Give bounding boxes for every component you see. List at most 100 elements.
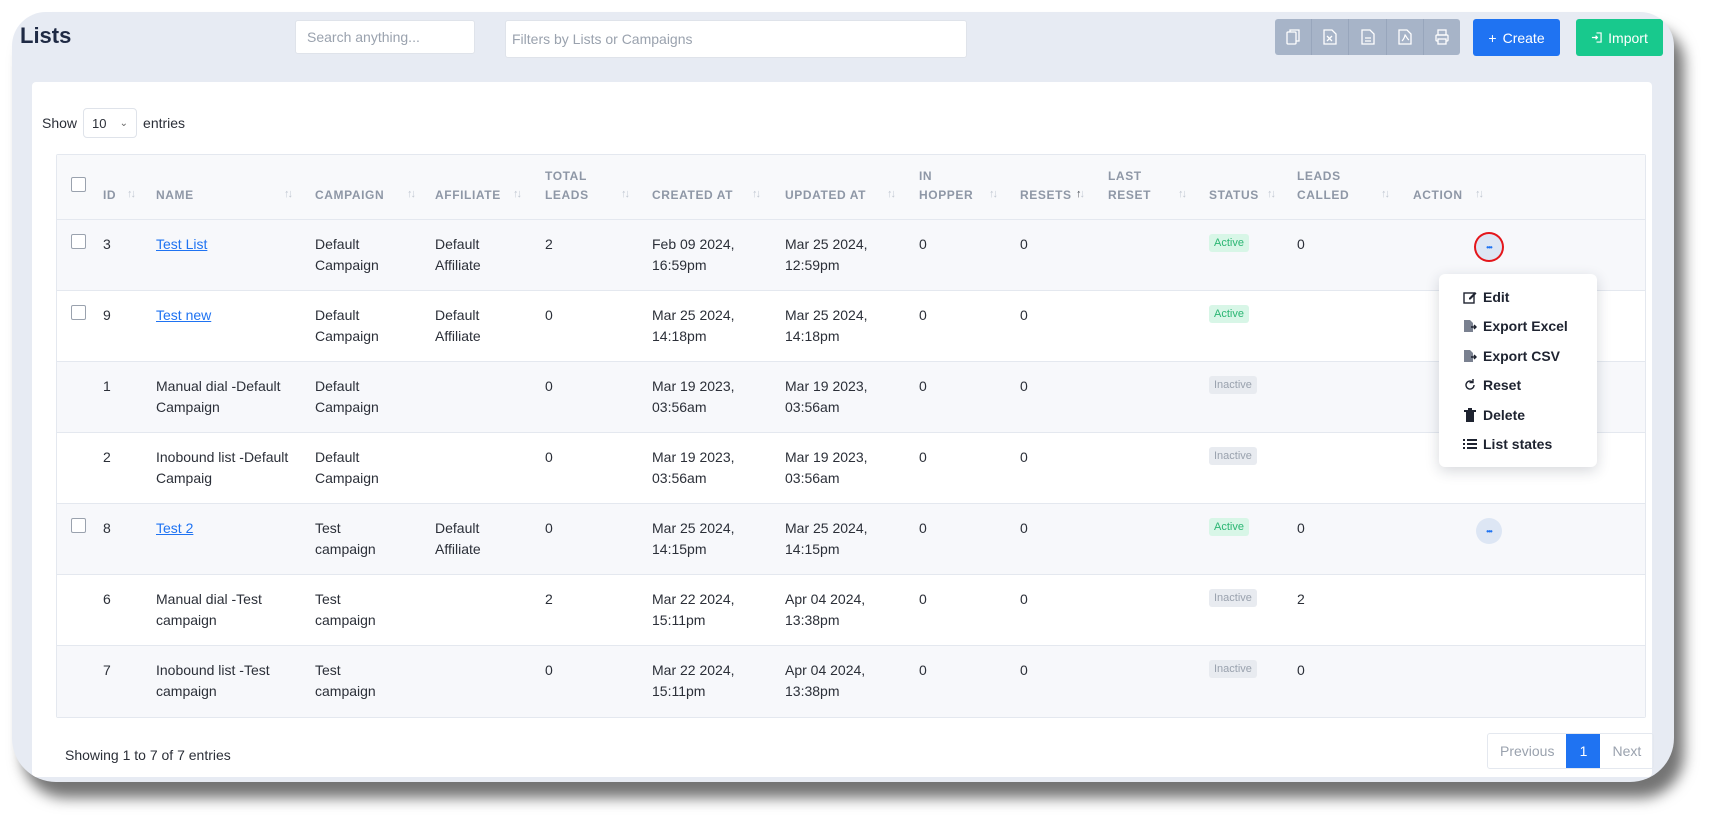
menu-item-label: Reset xyxy=(1483,377,1522,394)
column-header-id[interactable]: ID xyxy=(103,155,143,220)
export-csv-icon xyxy=(1463,349,1477,363)
trash-icon xyxy=(1463,407,1477,422)
excel-button[interactable] xyxy=(1312,19,1350,55)
cell-total-leads: 0 xyxy=(545,378,553,394)
cell-affiliate: Default Affiliate xyxy=(435,236,481,273)
chevron-down-icon: ⌄ xyxy=(119,117,129,129)
menu-item-edit[interactable]: Edit xyxy=(1439,282,1597,312)
more-dots-icon: ••• xyxy=(1486,526,1492,536)
menu-item-export-excel[interactable]: Export Excel xyxy=(1439,312,1597,342)
lists-table: ID ↑↓ NAME ↑↓ CAMPAIGN ↑↓ AFFILIATE ↑↓ TOTAL LEA… xyxy=(56,154,1646,718)
status-badge: Active xyxy=(1209,518,1249,536)
cell-resets: 0 xyxy=(1020,236,1028,252)
sort-icon[interactable]: ↑↓ xyxy=(621,188,630,200)
sort-icon[interactable]: ↑↓ xyxy=(127,188,136,200)
table-row: Manual dial -Test campaign 6 Test campaign… xyxy=(57,575,1645,646)
menu-item-reset[interactable]: Reset xyxy=(1439,371,1597,401)
column-header-leads-called[interactable]: LEADS CALLED xyxy=(1297,155,1387,220)
cell-total-leads: 2 xyxy=(545,591,553,607)
create-button[interactable]: + Create xyxy=(1473,19,1560,56)
select-all-checkbox[interactable] xyxy=(71,177,86,192)
row-checkbox[interactable] xyxy=(71,518,86,533)
status-badge: Inactive xyxy=(1209,447,1257,465)
cell-campaign: Default Campaign xyxy=(315,378,379,415)
list-name: Manual dial -Default Campaign xyxy=(156,378,281,415)
cell-id: 6 xyxy=(103,591,111,607)
table-info: Showing 1 to 7 of 7 entries xyxy=(65,747,231,763)
column-header-in-hopper[interactable]: IN HOPPER xyxy=(919,155,999,220)
menu-item-label: List states xyxy=(1483,436,1553,453)
export-excel-icon xyxy=(1463,319,1477,333)
menu-item-label: Edit xyxy=(1483,288,1510,305)
app-window: Lists + Create Import xyxy=(12,12,1674,782)
cell-updated-at: Mar 25 2024, 12:59pm xyxy=(785,236,868,273)
cell-leads-called: 0 xyxy=(1297,662,1305,678)
next-page-button[interactable]: Next xyxy=(1600,734,1653,768)
sort-icon[interactable]: ↑↓ xyxy=(407,188,416,200)
filter-input[interactable] xyxy=(505,20,967,58)
sort-icon[interactable]: ↑↓ xyxy=(284,188,293,200)
sort-icon[interactable]: ↑↓ xyxy=(752,188,761,200)
cell-total-leads: 0 xyxy=(545,307,553,323)
list-name-link[interactable]: Test List xyxy=(156,236,207,252)
menu-item-delete[interactable]: Delete xyxy=(1439,400,1597,430)
cell-id: 1 xyxy=(103,378,111,394)
column-header-label: LEADS CALLED xyxy=(1297,169,1350,202)
cell-id: 7 xyxy=(103,662,111,678)
cell-updated-at: Apr 04 2024, 13:38pm xyxy=(785,662,866,699)
column-header-label: AFFILIATE xyxy=(435,188,501,202)
entries-select[interactable]: 10 ⌄ xyxy=(83,108,138,138)
cell-id: 9 xyxy=(103,307,111,323)
cell-resets: 0 xyxy=(1020,520,1028,536)
cell-updated-at: Apr 04 2024, 13:38pm xyxy=(785,591,866,628)
import-button[interactable]: Import xyxy=(1576,19,1663,56)
sort-icon[interactable]: ↑↓ xyxy=(1178,188,1187,200)
list-name: Manual dial -Test campaign xyxy=(156,591,262,628)
column-header-label: NAME xyxy=(156,188,194,202)
cell-name: Test 2 xyxy=(156,518,306,539)
sort-icon[interactable]: ↑↓ xyxy=(989,188,998,200)
sort-icon[interactable]: ↑↓ xyxy=(1076,188,1085,200)
row-checkbox[interactable] xyxy=(71,234,86,249)
csv-button[interactable] xyxy=(1349,19,1387,55)
row-action-button[interactable]: ••• xyxy=(1476,234,1502,260)
sort-icon[interactable]: ↑↓ xyxy=(887,188,896,200)
sort-icon[interactable]: ↑↓ xyxy=(513,188,522,200)
page-1-button[interactable]: 1 xyxy=(1566,734,1601,768)
column-header-last-reset[interactable]: LAST RESET xyxy=(1108,155,1188,220)
cell-in-hopper: 0 xyxy=(919,236,927,252)
table-row: Manual dial -Default Campaign 1 Default Ca… xyxy=(57,362,1645,433)
cell-created-at: Mar 25 2024, 14:18pm xyxy=(652,307,735,344)
row-checkbox[interactable] xyxy=(71,305,86,320)
cell-in-hopper: 0 xyxy=(919,378,927,394)
menu-item-list-states[interactable]: List states xyxy=(1439,430,1597,460)
edit-icon xyxy=(1463,290,1477,304)
list-name-link[interactable]: Test new xyxy=(156,307,211,323)
sort-icon[interactable]: ↑↓ xyxy=(1475,188,1484,200)
import-button-label: Import xyxy=(1608,29,1648,46)
cell-name: Test List xyxy=(156,234,306,255)
menu-item-export-csv[interactable]: Export CSV xyxy=(1439,341,1597,371)
column-header-resets[interactable]: RESETS xyxy=(1020,155,1100,220)
cell-in-hopper: 0 xyxy=(919,307,927,323)
status-badge: Active xyxy=(1209,305,1249,323)
pdf-button[interactable] xyxy=(1387,19,1424,55)
cell-leads-called: 0 xyxy=(1297,520,1305,536)
create-button-label: Create xyxy=(1502,29,1545,46)
column-header-label: CREATED AT xyxy=(652,188,734,202)
list-name-link[interactable]: Test 2 xyxy=(156,520,193,536)
cell-campaign: Test campaign xyxy=(315,520,376,557)
status-badge: Inactive xyxy=(1209,589,1257,607)
sort-icon[interactable]: ↑↓ xyxy=(1267,188,1276,200)
cell-id: 3 xyxy=(103,236,111,252)
sort-icon[interactable]: ↑↓ xyxy=(1381,188,1390,200)
row-action-button[interactable]: ••• xyxy=(1476,518,1502,544)
cell-id: 8 xyxy=(103,520,111,536)
search-input[interactable] xyxy=(295,20,475,54)
column-header-affiliate[interactable]: AFFILIATE xyxy=(435,155,535,220)
previous-page-button[interactable]: Previous xyxy=(1488,734,1566,768)
copy-button[interactable] xyxy=(1275,19,1313,55)
column-header-label: CAMPAIGN xyxy=(315,188,385,202)
column-header-label: UPDATED AT xyxy=(785,188,867,202)
print-button[interactable] xyxy=(1424,19,1460,55)
